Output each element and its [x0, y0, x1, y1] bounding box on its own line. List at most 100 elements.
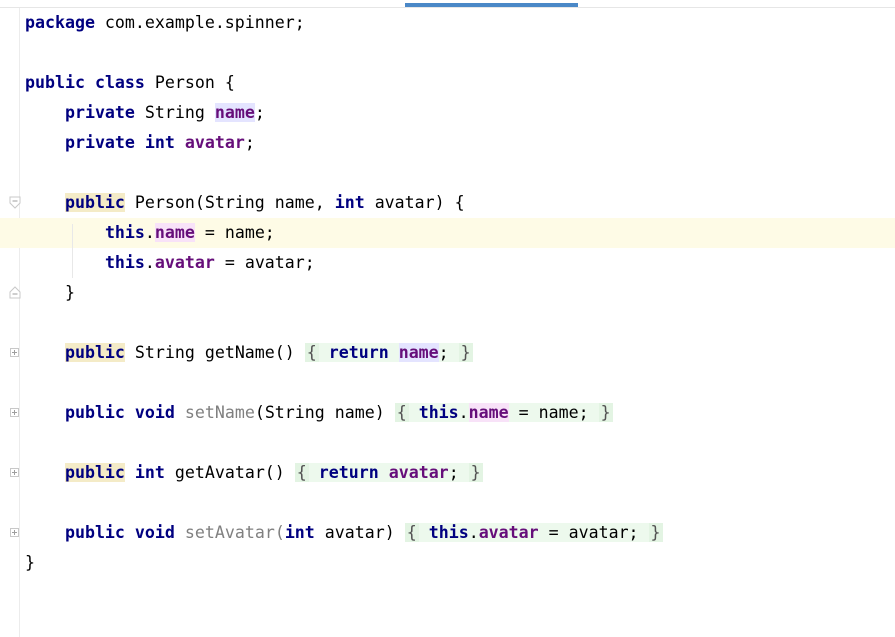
code-line-text[interactable]: private int avatar; [25, 128, 255, 158]
code-line-text[interactable]: } [25, 548, 35, 578]
code-token: setAvatar [184, 523, 275, 542]
code-token: = avatar; [214, 253, 315, 272]
code-line-text[interactable]: public Person(String name, int avatar) { [25, 188, 465, 218]
fold-constructor-end-icon[interactable] [9, 285, 21, 299]
code-token: { [394, 403, 409, 422]
code-line[interactable] [0, 308, 895, 338]
code-line[interactable] [0, 368, 895, 398]
code-token: = name; [508, 403, 599, 422]
code-line-text[interactable]: private String name; [25, 98, 265, 128]
code-line[interactable] [0, 158, 895, 188]
code-token: ; [438, 343, 459, 362]
code-line-text[interactable]: package com.example.spinner; [25, 8, 305, 38]
code-line-text[interactable]: } [25, 278, 75, 308]
code-line[interactable]: private int avatar; [0, 128, 895, 158]
expand-setname-icon[interactable] [10, 408, 19, 417]
code-line[interactable]: public String getName() { return name; } [0, 338, 895, 368]
code-token: name [214, 103, 255, 122]
code-token: class [94, 73, 145, 92]
code-line[interactable] [0, 428, 895, 458]
code-line[interactable]: package com.example.spinner; [0, 8, 895, 38]
code-line[interactable]: public Person(String name, int avatar) { [0, 188, 895, 218]
code-token: int [334, 193, 365, 212]
code-token: avatar [478, 523, 539, 542]
expand-getavatar-icon[interactable] [10, 468, 19, 477]
code-token: void [134, 403, 175, 422]
code-token: private [64, 133, 135, 152]
code-token: package [25, 13, 95, 32]
expand-setavatar-icon[interactable] [10, 528, 19, 537]
code-token: this [418, 403, 459, 422]
code-token: = avatar; [538, 523, 649, 542]
code-token: ( [274, 523, 285, 542]
code-line-text[interactable]: public void setAvatar(int avatar) { this… [25, 518, 663, 548]
code-token: name [154, 223, 195, 242]
expand-getname-icon[interactable] [10, 348, 19, 357]
fold-constructor-start-icon[interactable] [9, 196, 21, 210]
code-token: { [404, 523, 419, 542]
code-line[interactable]: public int getAvatar() { return avatar; … [0, 458, 895, 488]
code-line-text[interactable]: public void setName(String name) { this.… [25, 398, 613, 428]
code-token: com.example.spinner; [94, 13, 305, 32]
code-line[interactable]: public class Person { [0, 68, 895, 98]
code-token: } [25, 553, 35, 572]
code-token: Person(String name, [124, 193, 335, 212]
code-line[interactable] [0, 488, 895, 518]
code-editor[interactable]: package com.example.spinner; public class… [0, 0, 895, 637]
code-token: . [458, 403, 469, 422]
code-token [388, 343, 399, 362]
code-token: } [648, 523, 663, 542]
code-token: avatar) { [364, 193, 465, 212]
code-line[interactable]: public void setName(String name) { this.… [0, 398, 895, 428]
code-token: . [144, 223, 155, 242]
code-line[interactable]: private String name; [0, 98, 895, 128]
code-token: } [598, 403, 613, 422]
code-line-text[interactable]: public class Person { [25, 68, 235, 98]
code-token: avatar [184, 133, 245, 152]
code-line-text[interactable]: this.avatar = avatar; [25, 248, 315, 278]
code-token: = name; [194, 223, 275, 242]
code-token: public [64, 403, 125, 422]
code-token [418, 523, 429, 542]
code-token: int [144, 133, 175, 152]
code-token: } [25, 283, 75, 302]
code-line[interactable] [0, 38, 895, 68]
code-token: public [64, 343, 125, 362]
code-token: private [64, 103, 135, 122]
code-token: { [304, 343, 319, 362]
code-token: public [64, 523, 125, 542]
code-line[interactable]: } [0, 278, 895, 308]
code-line[interactable]: public void setAvatar(int avatar) { this… [0, 518, 895, 548]
code-token: public [25, 73, 85, 92]
code-token: return [328, 343, 389, 362]
code-token: } [468, 463, 483, 482]
code-token: ; [448, 463, 469, 482]
code-token: void [134, 523, 175, 542]
code-token: ; [254, 103, 265, 122]
code-line[interactable]: this.name = name; [0, 218, 895, 248]
code-line-text[interactable]: public int getAvatar() { return avatar; … [25, 458, 483, 488]
code-token: public [64, 193, 125, 212]
code-token: avatar) [314, 523, 405, 542]
code-token [318, 343, 329, 362]
code-token: (String name) [254, 403, 395, 422]
code-token: return [318, 463, 379, 482]
code-line[interactable]: } [0, 548, 895, 578]
code-token: getAvatar() [164, 463, 295, 482]
code-token: name [468, 403, 509, 422]
code-line-text[interactable]: public String getName() { return name; } [25, 338, 473, 368]
code-line-text[interactable]: this.name = name; [25, 218, 275, 248]
code-line[interactable]: this.avatar = avatar; [0, 248, 895, 278]
code-token: String getName() [124, 343, 305, 362]
code-token: int [134, 463, 165, 482]
